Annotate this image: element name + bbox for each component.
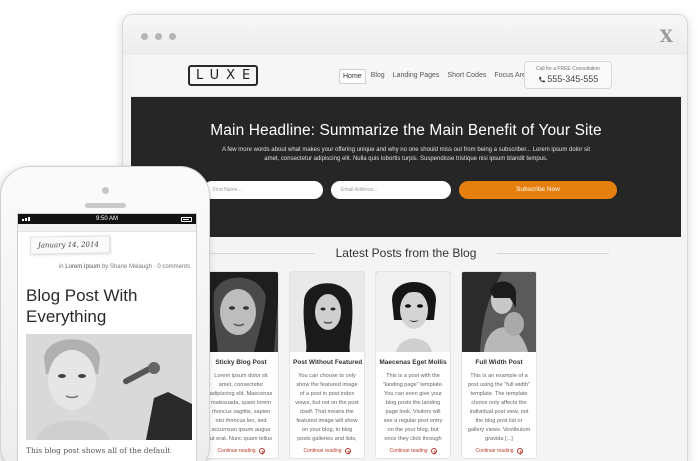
post-cards: Sticky Blog Post Lorem ipsum dolor sit a… [203, 271, 537, 459]
nav-item-landing-pages[interactable]: Landing Pages [390, 69, 443, 84]
phone-contact-box: Call for a FREE Consultation 555-345-555 [524, 61, 612, 89]
post-title[interactable]: Maecenas Eget Mollis [376, 359, 450, 366]
post-thumbnail[interactable] [462, 272, 536, 352]
post-card[interactable]: Post Without Featured I... You can choos… [289, 271, 365, 459]
site-header: LUXE Home Blog Landing Pages Short Codes… [131, 55, 681, 97]
post-title[interactable]: Sticky Blog Post [204, 359, 278, 366]
continue-reading-label: Continue reading [475, 448, 514, 454]
post-thumbnail[interactable] [204, 272, 278, 352]
post-thumbnail[interactable] [290, 272, 364, 352]
post-title-line: Blog Post With [26, 286, 138, 305]
speaker-grille [85, 203, 126, 208]
mobile-header-strip [18, 224, 196, 232]
continue-reading-link[interactable]: Continue reading [376, 448, 450, 454]
continue-reading-label: Continue reading [389, 448, 428, 454]
subscribe-button[interactable]: Subscribe Now [459, 181, 617, 199]
post-excerpt: You can choose to only show the featured… [295, 373, 359, 442]
post-card[interactable]: Sticky Blog Post Lorem ipsum dolor sit a… [203, 271, 279, 459]
portrait-image [462, 272, 536, 352]
byline-separator: · [153, 264, 156, 270]
post-title[interactable]: Full Width Post [462, 359, 536, 366]
arrow-circle-icon [430, 448, 437, 454]
continue-reading-link[interactable]: Continue reading [290, 448, 364, 454]
continue-reading-link[interactable]: Continue reading [462, 448, 536, 454]
arrow-circle-icon [516, 448, 523, 454]
portrait-image [376, 272, 450, 352]
byline-author[interactable]: by Shane Melaugh [102, 264, 152, 270]
byline-in: in [58, 264, 64, 270]
arrow-circle-icon [258, 448, 265, 454]
post-title[interactable]: Post Without Featured I... [290, 359, 364, 366]
latest-posts-header: Latest Posts from the Blog [131, 237, 681, 265]
mobile-post-excerpt: This blog post shows all of the default [26, 446, 171, 455]
mobile-post-title: Blog Post With Everything [26, 285, 138, 327]
close-icon[interactable]: X [660, 27, 673, 47]
phone-icon [538, 76, 545, 83]
post-byline: in Lorem Ipsum by Shane Melaugh · 0 comm… [18, 264, 190, 270]
portrait-image [204, 272, 278, 352]
browser-title-bar: X [123, 15, 687, 55]
post-excerpt: This is an example of a post using the "… [467, 373, 531, 442]
optin-form: First Name... Email Address... Subscribe… [203, 181, 617, 199]
site-logo[interactable]: LUXE [188, 65, 258, 86]
continue-reading-label: Continue reading [217, 448, 256, 454]
divider-line [497, 253, 609, 254]
email-input[interactable]: Email Address... [331, 181, 451, 199]
phone-number-row: 555-345-555 [525, 74, 611, 84]
phone-screen: 9:50 AM January 14, 2014 in Lorem Ipsum … [17, 213, 197, 461]
portrait-image [290, 272, 364, 352]
hero-subtext: A few more words about what makes your o… [221, 147, 591, 162]
post-date: January 14, 2014 [29, 235, 111, 255]
window-controls [141, 33, 176, 40]
status-bar: 9:50 AM [18, 214, 196, 224]
post-excerpt: Lorem ipsum dolor sit amet, consectetur … [209, 373, 273, 442]
post-thumbnail[interactable] [376, 272, 450, 352]
main-nav: Home Blog Landing Pages Short Codes Focu… [339, 69, 536, 84]
nav-item-blog[interactable]: Blog [368, 69, 388, 84]
battery-icon [181, 216, 192, 222]
window-dot-icon[interactable] [155, 33, 162, 40]
arrow-circle-icon [344, 448, 351, 454]
website-content: LUXE Home Blog Landing Pages Short Codes… [131, 55, 681, 461]
nav-item-short-codes[interactable]: Short Codes [444, 69, 489, 84]
post-card[interactable]: Maecenas Eget Mollis This is a post with… [375, 271, 451, 459]
phone-device: 9:50 AM January 14, 2014 in Lorem Ipsum … [0, 166, 210, 461]
nav-item-home[interactable]: Home [339, 69, 366, 84]
camera-icon [102, 187, 109, 194]
signal-icon [22, 217, 30, 221]
phone-number[interactable]: 555-345-555 [547, 74, 598, 84]
hero-section: Main Headline: Summarize the Main Benefi… [131, 97, 681, 237]
phone-label: Call for a FREE Consultation [536, 66, 600, 72]
hero-headline: Main Headline: Summarize the Main Benefi… [210, 122, 602, 139]
window-dot-icon[interactable] [141, 33, 148, 40]
post-excerpt: This is a post with the "landing page" t… [382, 373, 444, 442]
post-title-line: Everything [26, 307, 107, 326]
post-card[interactable]: Full Width Post This is an example of a … [461, 271, 537, 459]
continue-reading-label: Continue reading [303, 448, 342, 454]
first-name-input[interactable]: First Name... [203, 181, 323, 199]
makeup-artist-photo [26, 334, 192, 440]
window-dot-icon[interactable] [169, 33, 176, 40]
continue-reading-link[interactable]: Continue reading [204, 448, 278, 454]
post-featured-image [26, 334, 192, 440]
byline-comments-link[interactable]: 0 comments [157, 264, 190, 270]
status-time: 9:50 AM [95, 216, 118, 222]
byline-category-link[interactable]: Lorem Ipsum [65, 264, 100, 270]
